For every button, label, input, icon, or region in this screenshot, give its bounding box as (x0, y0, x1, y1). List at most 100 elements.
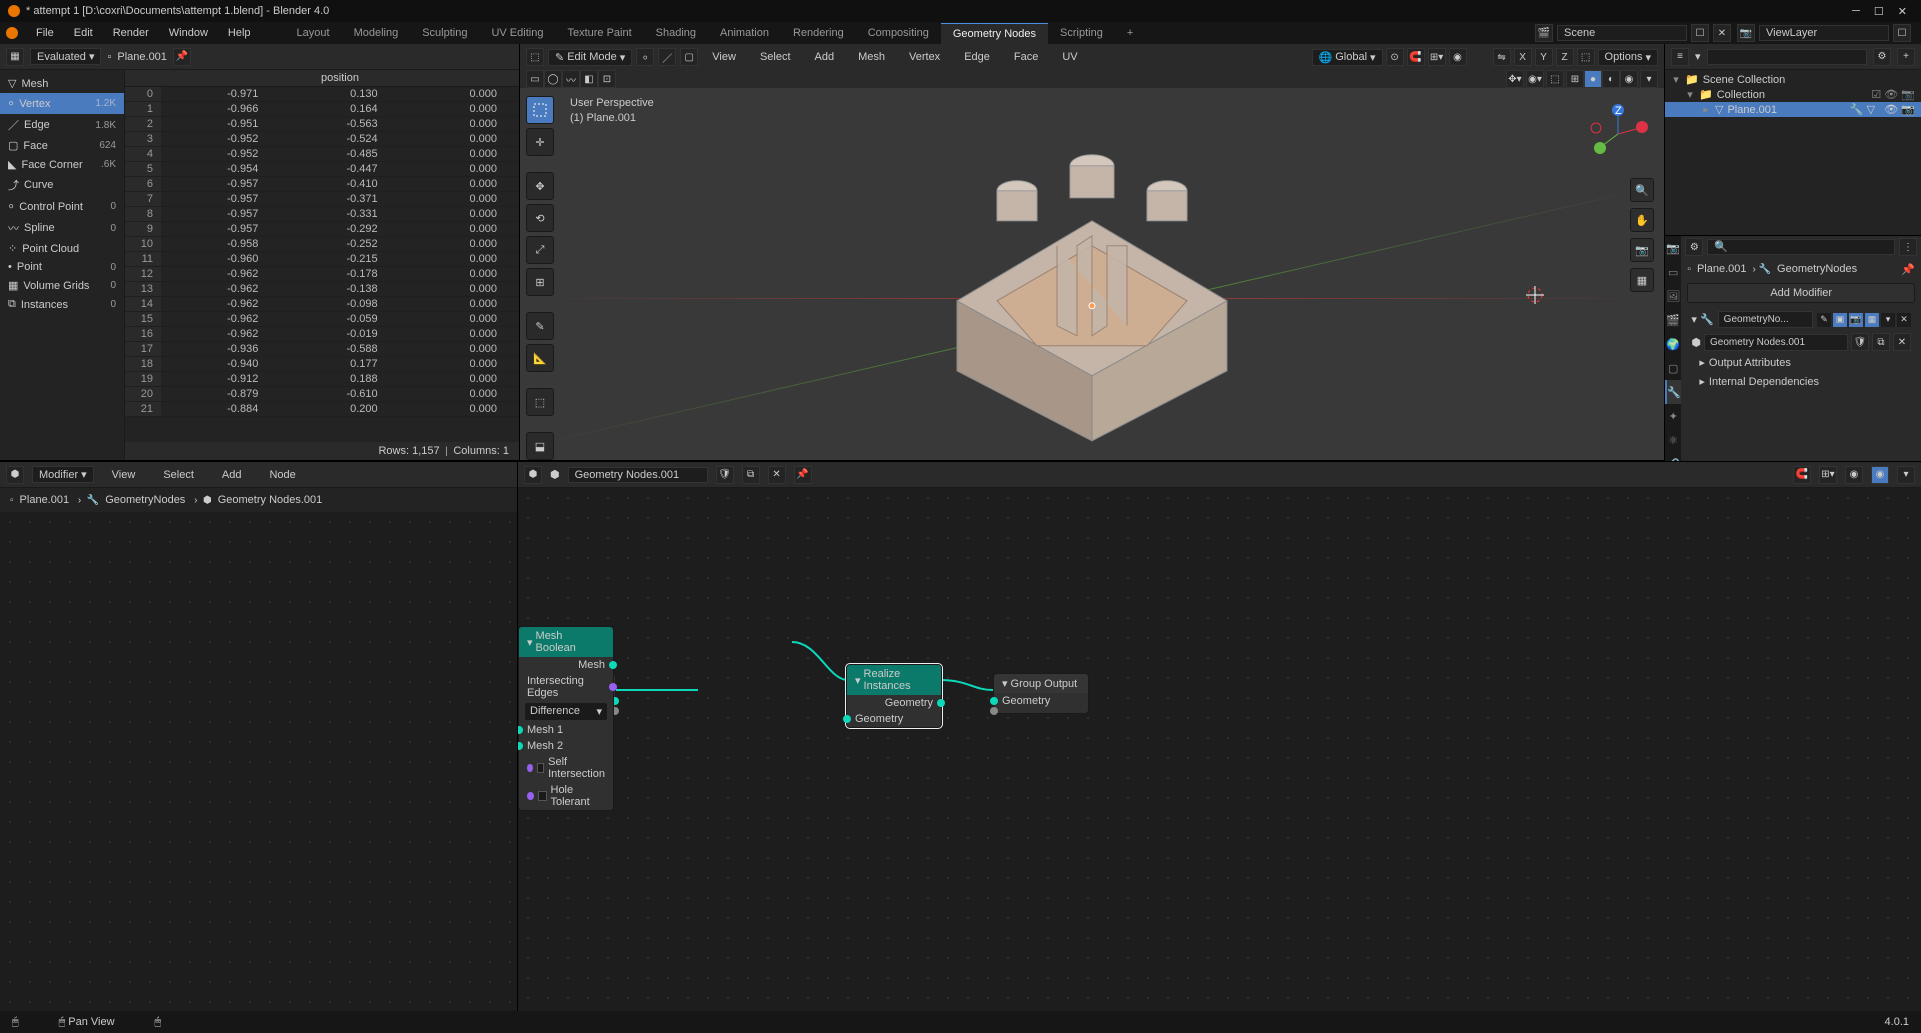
ptab-particles[interactable]: ✦ (1665, 404, 1681, 428)
domain-vertex[interactable]: ⸰ Vertex1.2K (0, 93, 124, 114)
menu-file[interactable]: File (26, 24, 64, 42)
node-canvas-left[interactable] (0, 512, 517, 1011)
prop-editor-icon[interactable]: ⚙ (1685, 238, 1703, 256)
table-row[interactable]: 13-0.962-0.1380.000 (125, 282, 519, 297)
table-row[interactable]: 8-0.957-0.3310.000 (125, 207, 519, 222)
new-coll-icon[interactable]: + (1897, 48, 1915, 66)
nbc-ng[interactable]: Geometry Nodes.001 (218, 494, 323, 506)
nl-view[interactable]: View (102, 466, 146, 484)
vp-menu-edge[interactable]: Edge (954, 48, 1000, 66)
tool-select-box[interactable] (526, 96, 554, 124)
viewport-canvas[interactable]: ✛ ✥ ⟲ ⤢ ⊞ ✎ 📐 ⬚ ⬓ ▣ User Perspective (520, 88, 1664, 460)
sel-toggle-icon[interactable]: ⊡ (598, 70, 616, 88)
scene-pin-icon[interactable]: ✕ (1713, 24, 1731, 42)
ptab-modifier[interactable]: 🔧 (1665, 380, 1681, 404)
outliner-search[interactable] (1707, 49, 1867, 65)
tree-plane001[interactable]: ▸▽ Plane.001 🔧 ▽ 👁 📷 (1665, 102, 1921, 117)
nav-gizmo[interactable]: Z (1588, 104, 1648, 164)
ng-pin-r-icon[interactable]: 📌 (794, 466, 812, 484)
tool-addcube[interactable]: ⬚ (526, 388, 554, 416)
ws-add[interactable]: + (1115, 23, 1145, 43)
viewport-editor-icon[interactable]: ⬚ (526, 48, 544, 66)
snap-target-icon[interactable]: ⊞▾ (1428, 48, 1446, 66)
ws-sculpting[interactable]: Sculpting (410, 23, 479, 43)
ws-anim[interactable]: Animation (708, 23, 781, 43)
selmode-vert-icon[interactable]: ⸰ (636, 48, 654, 66)
ne-overlay2-icon[interactable]: ◉ (1871, 466, 1889, 484)
ws-modeling[interactable]: Modeling (342, 23, 411, 43)
vp-menu-vertex[interactable]: Vertex (899, 48, 950, 66)
domain-spline[interactable]: 〰 Spline0 (0, 217, 124, 239)
table-row[interactable]: 14-0.962-0.0980.000 (125, 297, 519, 312)
ptab-viewlayer[interactable]: 🖼 (1665, 284, 1681, 308)
nodegroup-type-dd[interactable]: Modifier ▾ (32, 466, 94, 483)
pin-prop-icon[interactable]: 📌 (1901, 263, 1915, 276)
mod-realtime-icon[interactable]: ▣ (1833, 313, 1847, 327)
nodegroup-datablock[interactable] (1704, 334, 1848, 351)
vp-menu-face[interactable]: Face (1004, 48, 1048, 66)
table-row[interactable]: 21-0.8840.2000.000 (125, 402, 519, 417)
viewlayer-name-input[interactable] (1759, 25, 1889, 41)
pivot-icon[interactable]: ⊙ (1386, 48, 1404, 66)
shading-dd-icon[interactable]: ▾ (1640, 70, 1658, 88)
ng-fake-icon[interactable]: 🛡 (1851, 333, 1869, 351)
table-row[interactable]: 15-0.962-0.0590.000 (125, 312, 519, 327)
domain-face[interactable]: ▢ Face624 (0, 136, 124, 155)
tool-annotate[interactable]: ✎ (526, 312, 554, 340)
node-editor-icon-l[interactable]: ⬢ (6, 466, 24, 484)
tool-rotate[interactable]: ⟲ (526, 204, 554, 232)
node-canvas-main[interactable]: ▾Group Input Geometry ▾Mesh Boolean Mesh… (518, 488, 1921, 1011)
ne-snap-icon[interactable]: 🧲 (1793, 466, 1811, 484)
menu-render[interactable]: Render (103, 24, 159, 42)
tool-measure[interactable]: 📐 (526, 344, 554, 372)
node-group-output[interactable]: ▾Group Output Geometry (993, 673, 1089, 714)
menu-window[interactable]: Window (159, 24, 218, 42)
mod-editmode-icon[interactable]: ▦ (1865, 313, 1879, 327)
ws-geonodes[interactable]: Geometry Nodes (941, 23, 1048, 44)
viewlayer-icon[interactable]: 📷 (1737, 24, 1755, 42)
spreadsheet-editor-icon[interactable]: ▦ (6, 48, 24, 66)
scene-icon[interactable]: 🎬 (1535, 24, 1553, 42)
tree-scene-collection[interactable]: ▾📁 Scene Collection (1665, 72, 1921, 87)
col-position[interactable]: position (161, 70, 519, 86)
overlay-icon[interactable]: ◉▾ (1526, 70, 1544, 88)
zoom-icon[interactable]: 🔍 (1630, 178, 1654, 202)
ws-scripting[interactable]: Scripting (1048, 23, 1115, 43)
selmode-edge-icon[interactable]: ／ (658, 48, 676, 66)
ptab-world[interactable]: 🌍 (1665, 332, 1681, 356)
xray-icon[interactable]: ⬚ (1546, 70, 1564, 88)
eval-dropdown[interactable]: Evaluated ▾ (30, 48, 101, 65)
bc-obj[interactable]: Plane.001 (1697, 263, 1747, 275)
ne-snap-dd-icon[interactable]: ⊞▾ (1819, 466, 1837, 484)
filter-icon[interactable]: ⚙ (1873, 48, 1891, 66)
pin-icon[interactable]: 📌 (173, 48, 191, 66)
domain-edge[interactable]: ／ Edge1.8K (0, 114, 124, 136)
maximize-button[interactable]: ☐ (1874, 5, 1884, 18)
nl-select[interactable]: Select (153, 466, 204, 484)
shading-solid-icon[interactable]: ● (1584, 70, 1602, 88)
ng-new-r-icon[interactable]: ⧉ (742, 466, 760, 484)
domain-instances[interactable]: ⧉ Instances0 (0, 295, 124, 314)
gizmo-icon[interactable]: ✥▾ (1506, 70, 1524, 88)
snap-icon[interactable]: 🧲 (1407, 48, 1425, 66)
table-row[interactable]: 4-0.952-0.4850.000 (125, 147, 519, 162)
table-row[interactable]: 7-0.957-0.3710.000 (125, 192, 519, 207)
table-row[interactable]: 9-0.957-0.2920.000 (125, 222, 519, 237)
table-row[interactable]: 10-0.958-0.2520.000 (125, 237, 519, 252)
nbc-obj[interactable]: Plane.001 (20, 494, 70, 506)
prop-options-icon[interactable]: ⋮ (1899, 238, 1917, 256)
shading-matprev-icon[interactable]: ◐ (1602, 70, 1620, 88)
ptab-render[interactable]: 📷 (1665, 236, 1681, 260)
shading-wire-icon[interactable]: ⊞ (1566, 70, 1584, 88)
mirror-icon[interactable]: ⇋ (1493, 48, 1511, 66)
vp-menu-select[interactable]: Select (750, 48, 801, 66)
table-row[interactable]: 17-0.936-0.5880.000 (125, 342, 519, 357)
ws-texpaint[interactable]: Texture Paint (555, 23, 643, 43)
sel-lasso-icon[interactable]: 〰 (562, 70, 580, 88)
table-row[interactable]: 12-0.962-0.1780.000 (125, 267, 519, 282)
outliner-display-icon[interactable]: ▾ (1695, 50, 1701, 63)
vp-menu-uv[interactable]: UV (1052, 48, 1087, 66)
nodegroup-name-r[interactable] (568, 467, 708, 483)
pan-icon[interactable]: ✋ (1630, 208, 1654, 232)
domain-point[interactable]: • Point0 (0, 258, 124, 276)
